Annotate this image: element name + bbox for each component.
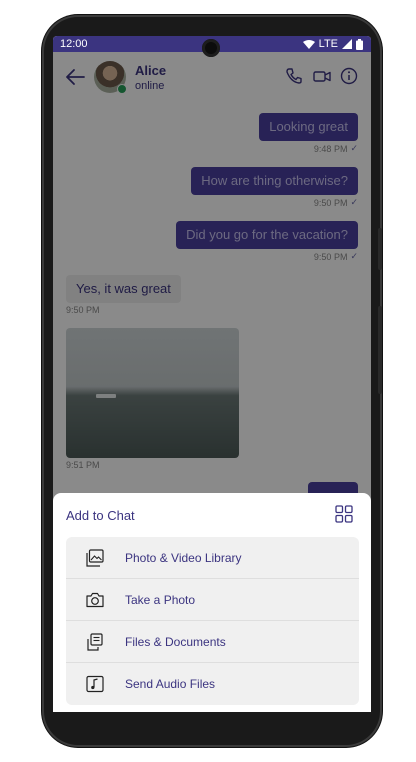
screen: 12:00 LTE Alice online Looking great 9:4… <box>53 36 371 712</box>
option-take-photo[interactable]: Take a Photo <box>66 579 359 621</box>
wifi-icon <box>302 40 315 49</box>
signal-icon <box>342 39 352 49</box>
option-label: Take a Photo <box>125 593 196 607</box>
volume-button <box>378 306 382 394</box>
network-label: LTE <box>318 38 338 50</box>
documents-icon <box>87 633 103 651</box>
option-label: Send Audio Files <box>125 677 216 691</box>
add-to-chat-sheet: Add to Chat Photo & Video Library Take a… <box>53 493 371 712</box>
photo-library-icon <box>86 549 104 567</box>
power-button <box>378 228 382 270</box>
status-icons: LTE <box>302 36 363 52</box>
option-send-audio-files[interactable]: Send Audio Files <box>66 663 359 705</box>
camera-icon <box>86 592 104 608</box>
option-photo-video-library[interactable]: Photo & Video Library <box>66 537 359 579</box>
grid-icon[interactable] <box>335 505 353 523</box>
option-label: Photo & Video Library <box>125 551 242 565</box>
status-time: 12:00 <box>60 38 88 50</box>
option-label: Files & Documents <box>125 635 226 649</box>
attachment-options: Photo & Video Library Take a Photo Files… <box>66 537 359 705</box>
battery-icon <box>356 38 363 50</box>
sheet-title: Add to Chat <box>66 508 135 523</box>
audio-file-icon <box>86 675 104 693</box>
option-files-documents[interactable]: Files & Documents <box>66 621 359 663</box>
front-camera <box>202 39 220 57</box>
